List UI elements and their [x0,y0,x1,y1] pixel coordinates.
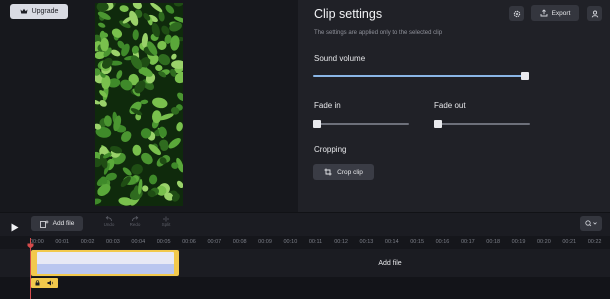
export-icon [540,9,548,17]
split-button[interactable]: Split [158,216,174,227]
add-file-label: Add file [52,220,75,227]
sound-volume-slider[interactable] [313,75,525,77]
ruler-tick-label: 00:12 [334,239,348,245]
undo-label: Undo [103,222,115,227]
ruler-tick-label: 00:17 [460,239,475,245]
ruler-tick-label: 00:21 [562,239,577,245]
ruler-tick-label: 00:20 [537,239,551,245]
export-button[interactable]: Export [531,5,579,21]
panel-title: Clip settings [314,7,383,21]
zoom-button[interactable] [580,216,602,231]
sound-volume-handle[interactable] [521,72,529,80]
ruler-tick-label: 00:02 [80,239,95,245]
ruler-tick-label: 00:11 [308,239,323,245]
sound-volume-label: Sound volume [314,54,366,63]
upgrade-button[interactable]: Upgrade [10,4,68,19]
export-label: Export [551,9,571,17]
upgrade-label: Upgrade [31,8,59,15]
ruler-tick-label: 00:19 [511,239,526,245]
ruler-tick-label: 00:05 [156,239,171,245]
timeline-toolbar [0,212,610,236]
panel-subtitle: The settings are applied only to the sel… [314,30,443,36]
undo-button[interactable]: Undo [101,216,117,227]
ruler-tick-label: 00:22 [587,239,602,245]
track-add-file-label: Add file [378,259,402,267]
track-add-file[interactable]: Add file [180,249,600,277]
ruler-tick-label: 00:15 [410,239,425,245]
gear-icon [513,10,521,18]
clip-waveform [37,264,174,274]
ruler-tick-label: 00:06 [182,239,196,245]
fade-in-slider[interactable] [313,123,409,125]
ruler-tick-label: 00:18 [486,239,501,245]
crop-icon [324,168,332,176]
crop-clip-button[interactable]: Crop clip [313,164,374,180]
zoom-icon [585,220,597,227]
ruler-tick-label: 00:07 [207,239,222,245]
ruler-tick-label: 00:13 [359,239,374,245]
user-icon [591,10,599,18]
ruler-tick-label: 00:01 [55,239,70,245]
lock-icon[interactable] [35,280,40,286]
ruler-tick-label: 00:10 [283,239,298,245]
playhead-handle[interactable] [27,236,34,254]
cropping-label: Cropping [314,145,347,154]
redo-label: Redo [129,222,141,227]
crop-clip-label: Crop clip [337,168,363,176]
ruler-tick-label: 00:14 [384,239,399,245]
timeline-ruler[interactable]: 00:00 00:01 00:02 00:03 00:04 00:05 00:06 00:07… [0,236,610,249]
crown-icon [20,8,28,15]
video-preview [95,3,183,206]
play-button[interactable] [11,219,19,237]
split-label: Split [161,222,171,227]
fade-out-label: Fade out [434,101,466,110]
fade-out-handle[interactable] [434,120,442,128]
redo-button[interactable]: Redo [127,216,143,227]
add-file-icon [39,220,49,228]
add-file-button[interactable]: Add file [31,216,83,231]
editor-app: Upgrade Clip settings The settings are a… [0,0,610,299]
speaker-icon[interactable] [47,280,54,286]
fade-out-slider[interactable] [434,123,530,125]
clip-tools [31,278,58,288]
ruler-tick-label: 00:04 [131,239,146,245]
ruler-tick-label: 00:03 [106,239,120,245]
audio-track [0,277,610,299]
fade-in-label: Fade in [314,101,341,110]
account-button[interactable] [587,6,602,21]
ruler-tick-label: 00:08 [232,239,247,245]
ruler-tick-label: 00:16 [435,239,450,245]
settings-button[interactable] [509,6,524,21]
ruler-tick-label: 00:09 [258,239,272,245]
fade-in-handle[interactable] [313,120,321,128]
